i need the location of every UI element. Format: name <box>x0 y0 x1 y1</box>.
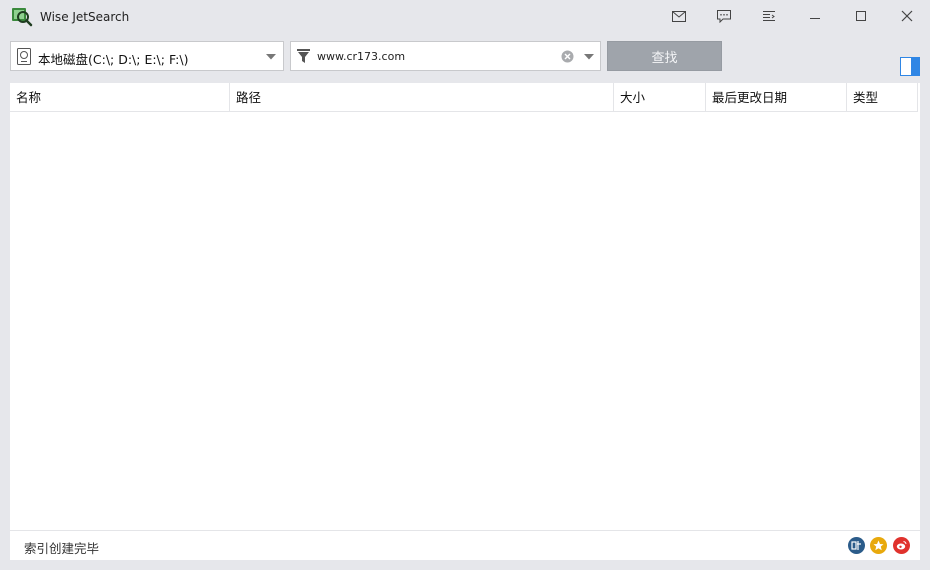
feedback-button[interactable] <box>709 4 739 28</box>
column-header-path[interactable]: 路径 <box>230 83 614 112</box>
app-logo-icon <box>12 8 33 27</box>
filter-icon[interactable] <box>297 49 310 63</box>
column-header-modified[interactable]: 最后更改日期 <box>706 83 847 112</box>
app-title: Wise JetSearch <box>40 10 130 24</box>
weibo-icon[interactable] <box>893 537 910 554</box>
chevron-down-icon[interactable] <box>266 54 276 60</box>
maximize-icon <box>856 11 866 21</box>
search-input[interactable] <box>317 47 557 66</box>
weibo-logo-icon <box>896 541 907 550</box>
column-header-name[interactable]: 名称 <box>10 83 230 112</box>
drive-dropdown[interactable]: 本地磁盘(C:\; D:\; E:\; F:\) <box>10 41 284 71</box>
search-box <box>290 41 601 71</box>
panel-toggle-icon[interactable] <box>900 57 920 76</box>
hard-drive-icon <box>17 48 31 65</box>
share-icon <box>851 541 861 550</box>
minimize-icon <box>810 18 820 19</box>
status-bar: 索引创建完毕 <box>10 530 920 560</box>
feedback-icon <box>717 9 731 23</box>
mail-button[interactable] <box>664 4 694 28</box>
menu-icon <box>763 11 775 21</box>
results-table: 名称 路径 大小 最后更改日期 类型 <box>10 83 920 530</box>
clear-search-icon[interactable] <box>561 50 574 63</box>
social-share-icon[interactable] <box>848 537 865 554</box>
search-button-label: 查找 <box>651 50 678 66</box>
minimize-button[interactable] <box>800 4 830 28</box>
app-window: Wise JetSearch 本地磁盘(C:\; D:\; E:\; F:\) … <box>0 0 930 570</box>
status-text: 索引创建完毕 <box>24 541 100 556</box>
drive-selected-value: 本地磁盘(C:\; D:\; E:\; F:\) <box>38 52 189 67</box>
menu-button[interactable] <box>754 4 784 28</box>
close-button[interactable] <box>892 4 922 28</box>
column-header-size[interactable]: 大小 <box>614 83 706 112</box>
column-header-type[interactable]: 类型 <box>847 83 918 112</box>
rate-star-icon[interactable] <box>870 537 887 554</box>
maximize-button[interactable] <box>846 4 876 28</box>
title-bar: Wise JetSearch <box>0 0 930 34</box>
mail-icon <box>672 10 686 22</box>
star-icon <box>873 540 884 551</box>
search-button[interactable]: 查找 <box>607 41 722 71</box>
table-header-row: 名称 路径 大小 最后更改日期 类型 <box>10 83 918 112</box>
close-icon <box>901 10 913 22</box>
chevron-down-icon[interactable] <box>584 54 594 60</box>
